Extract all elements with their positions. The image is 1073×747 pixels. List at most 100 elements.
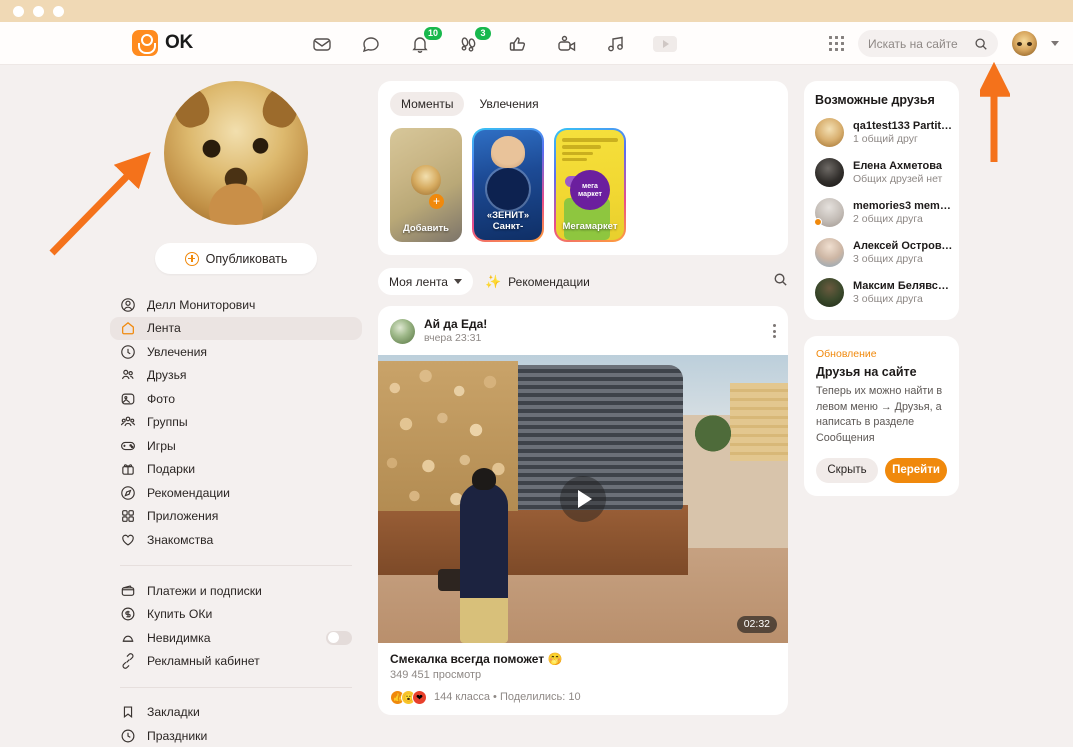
video-icon[interactable]: [555, 32, 579, 56]
sidebar-item-holidays[interactable]: Праздники: [110, 724, 362, 747]
suggestion-mutual: 3 общих друга: [853, 293, 953, 307]
list-item[interactable]: Максим Белявский 3 общих друга: [815, 278, 948, 307]
sidebar-item-label: Знакомства: [147, 533, 213, 547]
video-person: [460, 483, 508, 643]
window-maximize-dot[interactable]: [53, 6, 64, 17]
guests-icon[interactable]: 3: [457, 32, 481, 56]
list-item[interactable]: Елена Ахметова Общих друзей нет: [815, 158, 948, 187]
sidebar-item-photos[interactable]: Фото: [110, 387, 362, 410]
avatar: [815, 278, 844, 307]
profile-avatar[interactable]: [164, 81, 308, 225]
post-reactions-text[interactable]: 144 класса • Поделились: 10: [434, 691, 581, 703]
sidebar-item-profile[interactable]: Делл Монитoрович: [110, 293, 362, 316]
moment-add-avatar: [411, 165, 441, 195]
invisible-toggle[interactable]: [326, 631, 352, 645]
suggestion-name: Максим Белявский: [853, 279, 953, 293]
music-icon[interactable]: [604, 32, 628, 56]
account-avatar[interactable]: [1012, 31, 1037, 56]
ads-icon: [119, 653, 136, 670]
moments-row: + Добавить «ЗЕНИТ» Санкт- мега: [390, 128, 776, 242]
sidebar-item-dating[interactable]: Знакомства: [110, 528, 362, 551]
post-options-icon[interactable]: [773, 324, 776, 338]
play-icon[interactable]: [653, 32, 677, 56]
window-close-dot[interactable]: [13, 6, 24, 17]
sidebar-item-label: Фото: [147, 392, 175, 406]
avatar: [815, 158, 844, 187]
feed-search-icon[interactable]: [773, 272, 788, 292]
discussions-icon[interactable]: [359, 32, 383, 56]
sidebar-item-groups[interactable]: Группы: [110, 411, 362, 434]
ok-logo[interactable]: OK: [132, 30, 193, 56]
sidebar-menu-tertiary: Закладки Праздники: [110, 701, 362, 747]
publish-label: Опубликовать: [206, 252, 288, 266]
coin-icon: [119, 606, 136, 623]
sidebar-item-buy-ok[interactable]: Купить ОКи: [110, 603, 362, 626]
guests-badge: 3: [475, 27, 491, 40]
avatar: [815, 118, 844, 147]
moment-card-label: Добавить: [400, 224, 452, 242]
feed-filter-dropdown[interactable]: Моя лента: [378, 268, 473, 295]
suggestion-mutual: Общих друзей нет: [853, 173, 942, 187]
post-author-avatar[interactable]: [390, 319, 415, 344]
play-button[interactable]: [560, 476, 606, 522]
page-body: Опубликовать Делл Монитoрович Лента: [0, 65, 1073, 671]
right-sidebar: Возможные друзья qa1test133 Partition… 1…: [804, 81, 959, 671]
list-item[interactable]: Алексей Островский 3 общих друга: [815, 238, 948, 267]
tab-moments[interactable]: Моменты: [390, 92, 464, 116]
recommend-icon: [119, 484, 136, 501]
suggestion-mutual: 2 общих друга: [853, 213, 953, 227]
search-input[interactable]: [868, 37, 968, 51]
gamepad-icon: [119, 437, 136, 454]
home-icon: [119, 320, 136, 337]
moment-card-add[interactable]: + Добавить: [390, 128, 462, 242]
sidebar-item-hobbies[interactable]: Увлечения: [110, 340, 362, 363]
sidebar-item-games[interactable]: Игры: [110, 434, 362, 457]
post-reactions-row: 👍 😮 ❤ 144 класса • Поделились: 10: [390, 690, 776, 705]
go-button[interactable]: Перейти: [885, 458, 947, 483]
friend-suggestions-panel: Возможные друзья qa1test133 Partition… 1…: [804, 81, 959, 320]
window-minimize-dot[interactable]: [33, 6, 44, 17]
sidebar-item-label: Подарки: [147, 462, 195, 476]
sidebar-item-apps[interactable]: Приложения: [110, 505, 362, 528]
sidebar-item-gifts[interactable]: Подарки: [110, 458, 362, 481]
sidebar-item-payments[interactable]: Платежи и подписки: [110, 579, 362, 602]
list-item[interactable]: qa1test133 Partition… 1 общий друг: [815, 118, 948, 147]
header-nav-icons: 10 3: [310, 22, 677, 65]
reaction-icons[interactable]: 👍 😮 ❤: [390, 690, 423, 705]
messages-icon[interactable]: [310, 32, 334, 56]
sidebar-item-ads[interactable]: Рекламный кабинет: [110, 650, 362, 673]
hide-button[interactable]: Скрыть: [816, 458, 878, 483]
sidebar-item-feed[interactable]: Лента: [110, 317, 362, 340]
marks-icon[interactable]: [506, 32, 530, 56]
moment-card-megamarket[interactable]: мега маркет Мегамаркет: [554, 128, 626, 242]
apps-icon: [119, 508, 136, 525]
holiday-icon: [119, 727, 136, 744]
post-video-thumbnail[interactable]: 02:32: [378, 355, 788, 643]
update-tag: Обновление: [816, 348, 947, 360]
post-timestamp: вчера 23:31: [424, 332, 487, 346]
sidebar-item-label: Делл Монитoрович: [147, 298, 255, 312]
tab-hobbies[interactable]: Увлечения: [468, 92, 549, 116]
sidebar-item-friends[interactable]: Друзья: [110, 364, 362, 387]
chevron-down-icon[interactable]: [1051, 41, 1059, 46]
sidebar-item-bookmarks[interactable]: Закладки: [110, 701, 362, 724]
list-item[interactable]: memories3 memori… 2 общих друга: [815, 198, 948, 227]
sidebar-item-invisible[interactable]: Невидимка: [110, 626, 362, 649]
sidebar-item-label: Рекламный кабинет: [147, 654, 260, 668]
apps-grid-icon[interactable]: [829, 36, 844, 51]
search-box[interactable]: [858, 30, 998, 57]
moment-card-label: Мегамаркет: [560, 222, 621, 240]
ok-logo-text: OK: [165, 32, 193, 54]
publish-button[interactable]: Опубликовать: [155, 243, 317, 274]
compass-icon: [119, 343, 136, 360]
moment-card-zenit[interactable]: «ЗЕНИТ» Санкт-: [472, 128, 544, 242]
feed-recommendations-tab[interactable]: ✨ Рекомендации: [485, 274, 590, 290]
post-author-name[interactable]: Ай да Еда!: [424, 317, 487, 332]
moments-panel: Моменты Увлечения + Добавить «ЗЕНИТ» Сан…: [378, 81, 788, 255]
notifications-icon[interactable]: 10: [408, 32, 432, 56]
suggestion-name: memories3 memori…: [853, 199, 953, 213]
sidebar-item-recommendations[interactable]: Рекомендации: [110, 481, 362, 504]
sidebar-item-label: Друзья: [147, 368, 187, 382]
gift-icon: [119, 461, 136, 478]
update-text: Теперь их можно найти в левом меню → Дру…: [816, 384, 947, 447]
